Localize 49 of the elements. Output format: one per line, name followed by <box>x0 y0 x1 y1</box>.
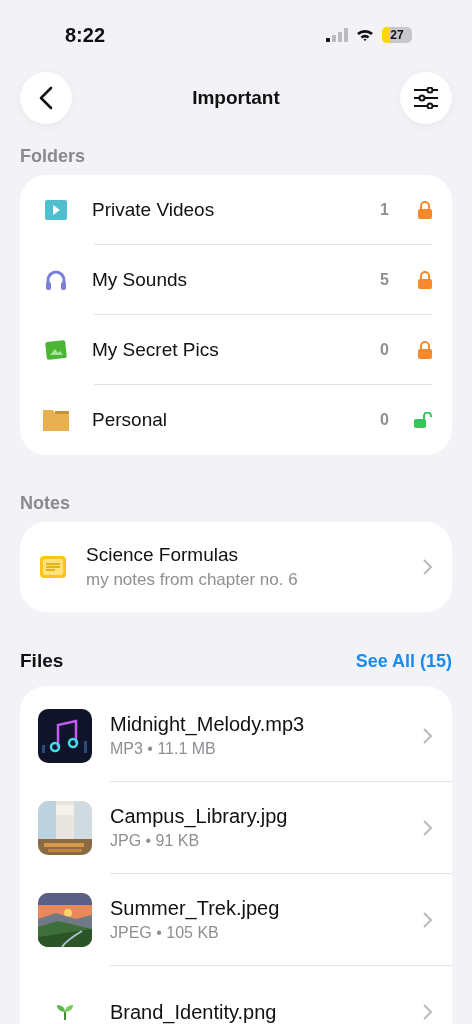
chevron-icon <box>423 559 432 575</box>
item-count: 0 <box>380 341 390 359</box>
wifi-icon <box>356 28 374 42</box>
item-count: 0 <box>380 411 390 429</box>
back-button[interactable] <box>20 72 72 124</box>
file-name: Campus_Library.jpg <box>110 805 289 828</box>
filter-button[interactable] <box>400 72 452 124</box>
note-title: Science Formulas <box>86 544 240 566</box>
sliders-icon <box>413 87 439 109</box>
folder-name: Private Videos <box>92 199 216 221</box>
sprout-icon <box>56 1004 74 1020</box>
folder-name: My Secret Pics <box>92 339 220 361</box>
file-item[interactable]: Brand_Identity.png <box>20 966 452 1024</box>
image-icon <box>45 339 67 361</box>
note-item[interactable]: Science Formulas my notes from chapter no. 6 <box>20 522 452 612</box>
file-name: Summer_Trek.jpeg <box>110 897 281 920</box>
file-name: Brand_Identity.png <box>110 1000 278 1024</box>
battery-level: 27 <box>390 28 404 42</box>
note-icon <box>40 556 66 578</box>
chevron-icon <box>423 911 432 928</box>
file-details: JPG • 91 KB <box>110 832 201 850</box>
back-icon <box>39 86 53 110</box>
signal-icon <box>326 28 348 42</box>
folder-item[interactable]: Personal 0 <box>20 385 452 455</box>
folder-icon <box>43 409 69 431</box>
chevron-icon <box>423 819 432 836</box>
folder-name: My Sounds <box>92 269 189 291</box>
folder-name: Personal <box>92 409 168 431</box>
item-count: 1 <box>380 201 390 219</box>
section-heading: Files <box>20 650 64 672</box>
play-icon <box>45 200 67 220</box>
folder-item[interactable]: My Secret Pics 0 <box>20 315 452 385</box>
file-details: MP3 • 11.1 MB <box>110 740 217 758</box>
file-name: Midnight_Melody.mp3 <box>110 713 306 736</box>
section-heading: Notes <box>20 493 71 514</box>
status-time: 8:22 <box>65 23 106 47</box>
file-item[interactable]: Midnight_Melody.mp3 MP3 • 11.1 MB <box>20 690 452 782</box>
headphones-icon <box>45 269 67 291</box>
item-count: 5 <box>380 271 390 289</box>
folder-item[interactable]: Private Videos 1 <box>20 175 452 245</box>
chevron-icon <box>423 727 432 744</box>
file-item[interactable]: Summer_Trek.jpeg JPEG • 105 KB <box>20 874 452 966</box>
section-heading: Folders <box>20 146 86 167</box>
file-item[interactable]: Campus_Library.jpg JPG • 91 KB <box>20 782 452 874</box>
chevron-icon <box>423 1004 432 1020</box>
file-details: JPEG • 105 KB <box>110 924 220 942</box>
page-title: Important <box>192 87 280 109</box>
folder-item[interactable]: My Sounds 5 <box>20 245 452 315</box>
note-subtitle: my notes from chapter no. 6 <box>86 570 299 590</box>
